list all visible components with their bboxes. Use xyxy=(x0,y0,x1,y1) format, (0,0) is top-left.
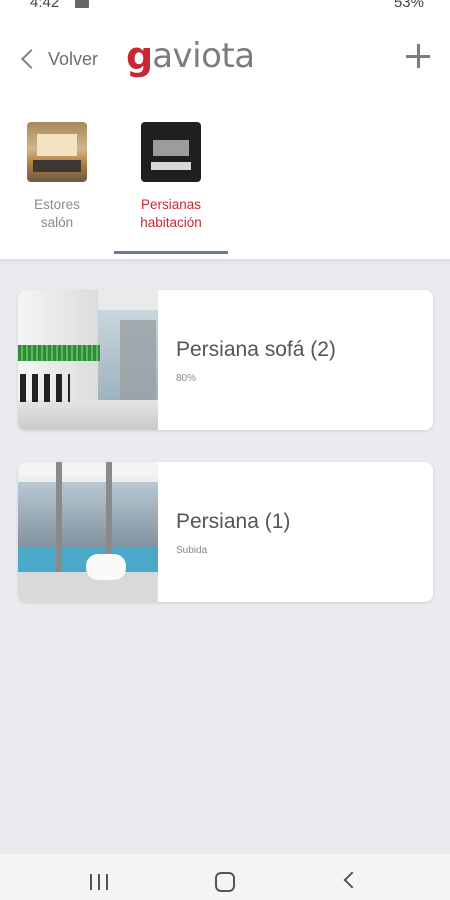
system-nav-bar xyxy=(0,854,450,900)
header: Volver g aviota Estores salón Persianas … xyxy=(0,14,450,259)
chevron-left-icon xyxy=(21,49,41,69)
bedroom-photo xyxy=(141,122,201,182)
status-bar: 4:42 53% xyxy=(0,0,450,14)
battery-level: 53% xyxy=(393,0,424,11)
header-divider xyxy=(0,259,450,265)
room-tab-estores-salon[interactable]: Estores salón xyxy=(0,122,114,254)
back-button[interactable]: Volver xyxy=(18,42,98,76)
status-time: 4:42 xyxy=(30,0,60,11)
active-tab-indicator xyxy=(114,251,228,254)
room-tab-label: Persianas habitación xyxy=(140,197,202,230)
device-title: Persiana sofá (2) xyxy=(176,338,336,361)
back-nav-icon[interactable] xyxy=(343,871,361,889)
home-icon[interactable] xyxy=(215,872,235,892)
back-label: Volver xyxy=(48,48,99,69)
device-photo xyxy=(18,290,158,430)
logo-text: aviota xyxy=(152,36,255,76)
device-card-persiana[interactable]: Persiana (1) Subida xyxy=(18,462,433,602)
device-status: 80% xyxy=(176,373,197,384)
device-card-persiana-sofa[interactable]: Persiana sofá (2) 80% xyxy=(18,290,433,430)
device-title: Persiana (1) xyxy=(176,510,291,533)
device-photo xyxy=(18,462,158,602)
recents-icon[interactable] xyxy=(90,874,110,890)
room-tab-persianas-habitacion[interactable]: Persianas habitación xyxy=(114,122,228,254)
room-tab-label: Estores salón xyxy=(34,197,80,230)
gaviota-logo: g aviota xyxy=(126,34,255,78)
living-room-photo xyxy=(27,122,87,182)
logo-letter-g: g xyxy=(126,34,153,78)
image-notification-icon xyxy=(75,0,89,8)
add-button[interactable] xyxy=(404,42,432,70)
device-status: Subida xyxy=(176,545,208,556)
